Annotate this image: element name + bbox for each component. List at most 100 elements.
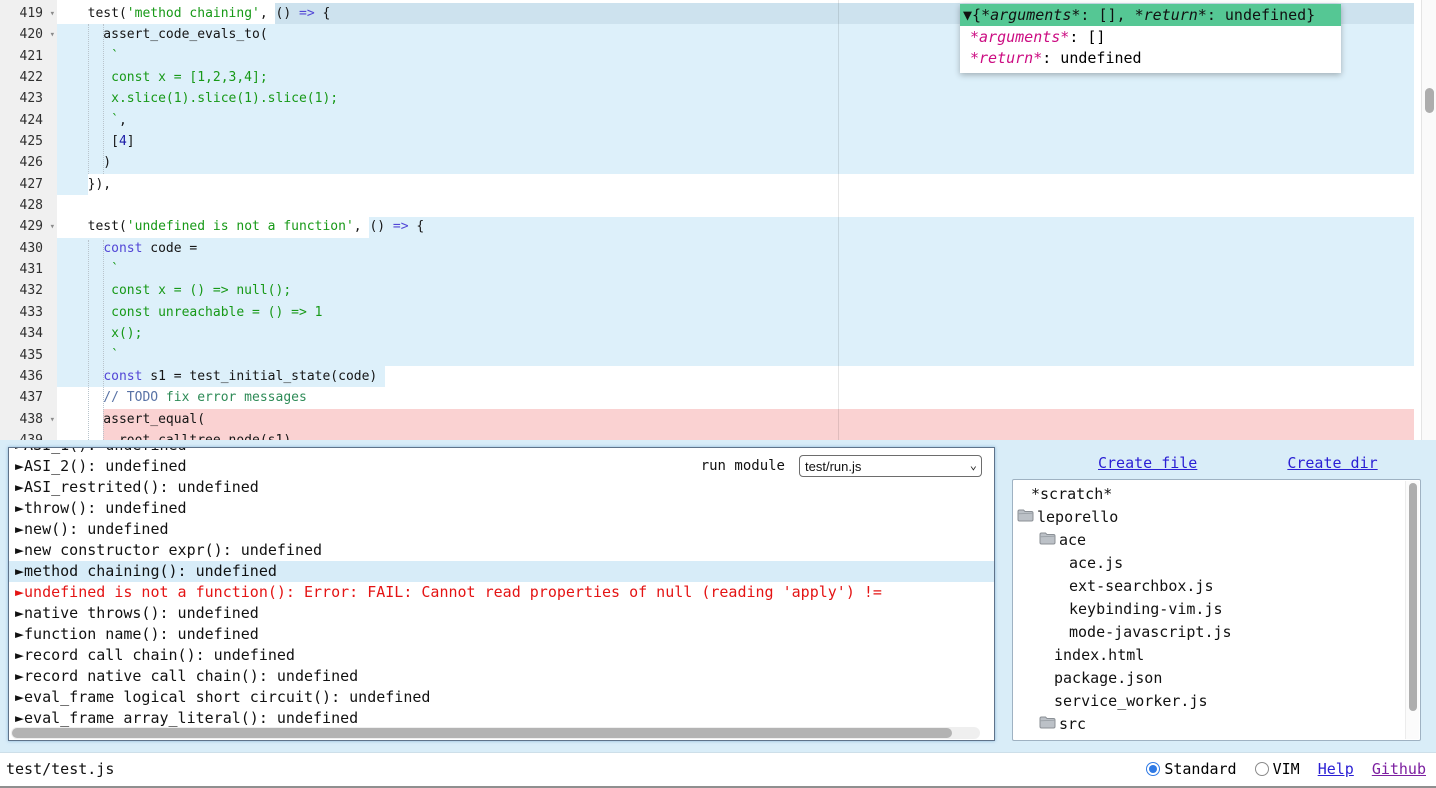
file-tree-scrollbar[interactable] [1405,481,1419,739]
file-tree[interactable]: *scratch*leporelloaceace.jsext-searchbox… [1012,479,1421,741]
console-test-row[interactable]: ►function name(): undefined [9,624,994,645]
fold-toggle-icon[interactable]: ▾ [50,410,55,431]
console-test-row[interactable]: ►new constructor expr(): undefined [9,540,994,561]
code-token: assert_code_evals_to( [72,27,268,42]
line-number: 434 [0,323,57,344]
code-line[interactable]: // TODO fix error messages [0,387,1436,408]
file-name: ext-searchbox.js [1069,575,1214,598]
code-token: // TODO [72,390,158,405]
file-name: ace [1059,529,1086,552]
editor-vertical-scrollbar[interactable] [1421,0,1436,440]
line-number-gutter[interactable]: 419▾420▾421422423424425426427428429▾4304… [0,0,57,440]
code-line[interactable]: ) [0,152,1436,173]
tooltip-property-row[interactable]: *return*: undefined [960,48,1341,69]
console-test-row[interactable]: ►new(): undefined [9,519,994,540]
file-tree-scrollbar-thumb[interactable] [1409,483,1417,711]
line-number: 422 [0,67,57,88]
file-tree-file[interactable]: keybinding-vim.js [1013,598,1420,621]
property-name: *arguments* [970,28,1069,46]
console-test-row[interactable]: ►method chaining(): undefined [9,561,994,582]
code-line[interactable]: x.slice(1).slice(1).slice(1); [0,88,1436,109]
help-link[interactable]: Help [1318,760,1354,778]
file-tree-folder[interactable]: ace [1013,529,1420,552]
code-token: ` [72,348,119,363]
file-tree-file[interactable]: package.json [1013,667,1420,690]
keybinding-radio-vim[interactable]: VIM [1255,760,1300,778]
keybinding-radios: Standard VIM [1146,760,1299,778]
code-token: { [315,6,331,21]
code-token [72,241,103,256]
code-line[interactable] [0,195,1436,216]
code-line[interactable]: const unreachable = () => 1 [0,302,1436,323]
value-inspector-tooltip: ▼{*arguments*: [], *return*: undefined} … [960,4,1341,73]
code-token: code = [142,241,197,256]
tooltip-header-text: : undefined} [1207,6,1315,24]
console-test-row[interactable]: ►native throws(): undefined [9,603,994,624]
line-number: 433 [0,302,57,323]
code-line[interactable]: [4] [0,131,1436,152]
code-line[interactable]: ` [0,345,1436,366]
file-tree-folder[interactable]: leporello [1013,506,1420,529]
code-line[interactable]: const code = [0,238,1436,259]
value-inspector-header[interactable]: ▼{*arguments*: [], *return*: undefined} [960,4,1341,26]
run-module-select[interactable]: test/run.js [799,455,982,477]
code-token: 4 [119,134,127,149]
code-token: => [299,6,315,21]
fold-toggle-icon[interactable]: ▾ [50,25,55,46]
console-test-row[interactable]: ►eval_frame array_literal(): undefined [9,708,994,729]
github-link[interactable]: Github [1372,760,1426,778]
console-test-row[interactable]: ►ASI_restrited(): undefined [9,477,994,498]
test-results-console[interactable]: ►ASI_1(): undefined►ASI_2(): undefined►A… [8,447,995,741]
console-test-row[interactable]: ►record native call chain(): undefined [9,666,994,687]
code-token: const [103,241,142,256]
console-test-row[interactable]: ►undefined is not a function(): Error: F… [9,582,994,603]
create-file-link[interactable]: Create file [1098,454,1197,472]
file-tree-file[interactable]: *scratch* [1013,483,1420,506]
code-line[interactable]: test('undefined is not a function', () =… [0,216,1436,237]
file-tree-file[interactable]: mode-javascript.js [1013,621,1420,644]
radio-selected-icon[interactable] [1146,762,1160,776]
console-test-row[interactable]: ►eval_frame logical short circuit(): und… [9,687,994,708]
code-line[interactable]: `, [0,110,1436,131]
code-line[interactable]: }), [0,174,1436,195]
code-line[interactable]: const s1 = test_initial_state(code) [0,366,1436,387]
radio-unselected-icon[interactable] [1255,762,1269,776]
console-test-row[interactable]: ►throw(): undefined [9,498,994,519]
file-tree-file[interactable]: ext-searchbox.js [1013,575,1420,598]
file-name: service_worker.js [1054,690,1208,713]
console-scrollbar-thumb[interactable] [12,728,952,738]
code-token [72,369,103,384]
console-test-row[interactable]: ►record call chain(): undefined [9,645,994,666]
fold-toggle-icon[interactable]: ▾ [50,217,55,238]
file-name: index.html [1054,644,1144,667]
console-horizontal-scrollbar[interactable] [11,727,980,739]
file-tree-file[interactable]: ast_utils.js [1013,736,1420,741]
folder-icon [1039,713,1056,736]
fold-toggle-icon[interactable]: ▾ [50,4,55,25]
file-tree-folder[interactable]: src [1013,713,1420,736]
file-name: keybinding-vim.js [1069,598,1223,621]
code-line[interactable]: assert_equal( [0,409,1436,430]
code-line[interactable]: root_calltree_node(s1) [0,430,1436,440]
code-line[interactable]: x(); [0,323,1436,344]
property-value: : [] [1069,28,1105,46]
code-token: const [103,369,142,384]
create-dir-link[interactable]: Create dir [1287,454,1377,472]
keybinding-radio-standard[interactable]: Standard [1146,760,1236,778]
tooltip-property-row[interactable]: *arguments*: [] [960,27,1341,48]
file-tree-file[interactable]: service_worker.js [1013,690,1420,713]
console-rows: ►ASI_1(): undefined►ASI_2(): undefined►A… [9,447,994,729]
code-line[interactable]: ` [0,259,1436,280]
tooltip-header-text: *return* [1135,6,1207,24]
code-editor[interactable]: test('method chaining', () => { assert_c… [0,0,1436,440]
code-token: () [369,219,392,234]
code-token: , [119,113,127,128]
line-number: 419▾ [0,3,57,24]
editor-scrollbar-thumb[interactable] [1425,88,1434,113]
code-token: x.slice(1).slice(1).slice(1); [72,91,338,106]
code-line[interactable]: const x = () => null(); [0,280,1436,301]
code-token: test( [72,6,127,21]
file-tree-file[interactable]: ace.js [1013,552,1420,575]
property-value: : undefined [1042,49,1141,67]
file-tree-file[interactable]: index.html [1013,644,1420,667]
